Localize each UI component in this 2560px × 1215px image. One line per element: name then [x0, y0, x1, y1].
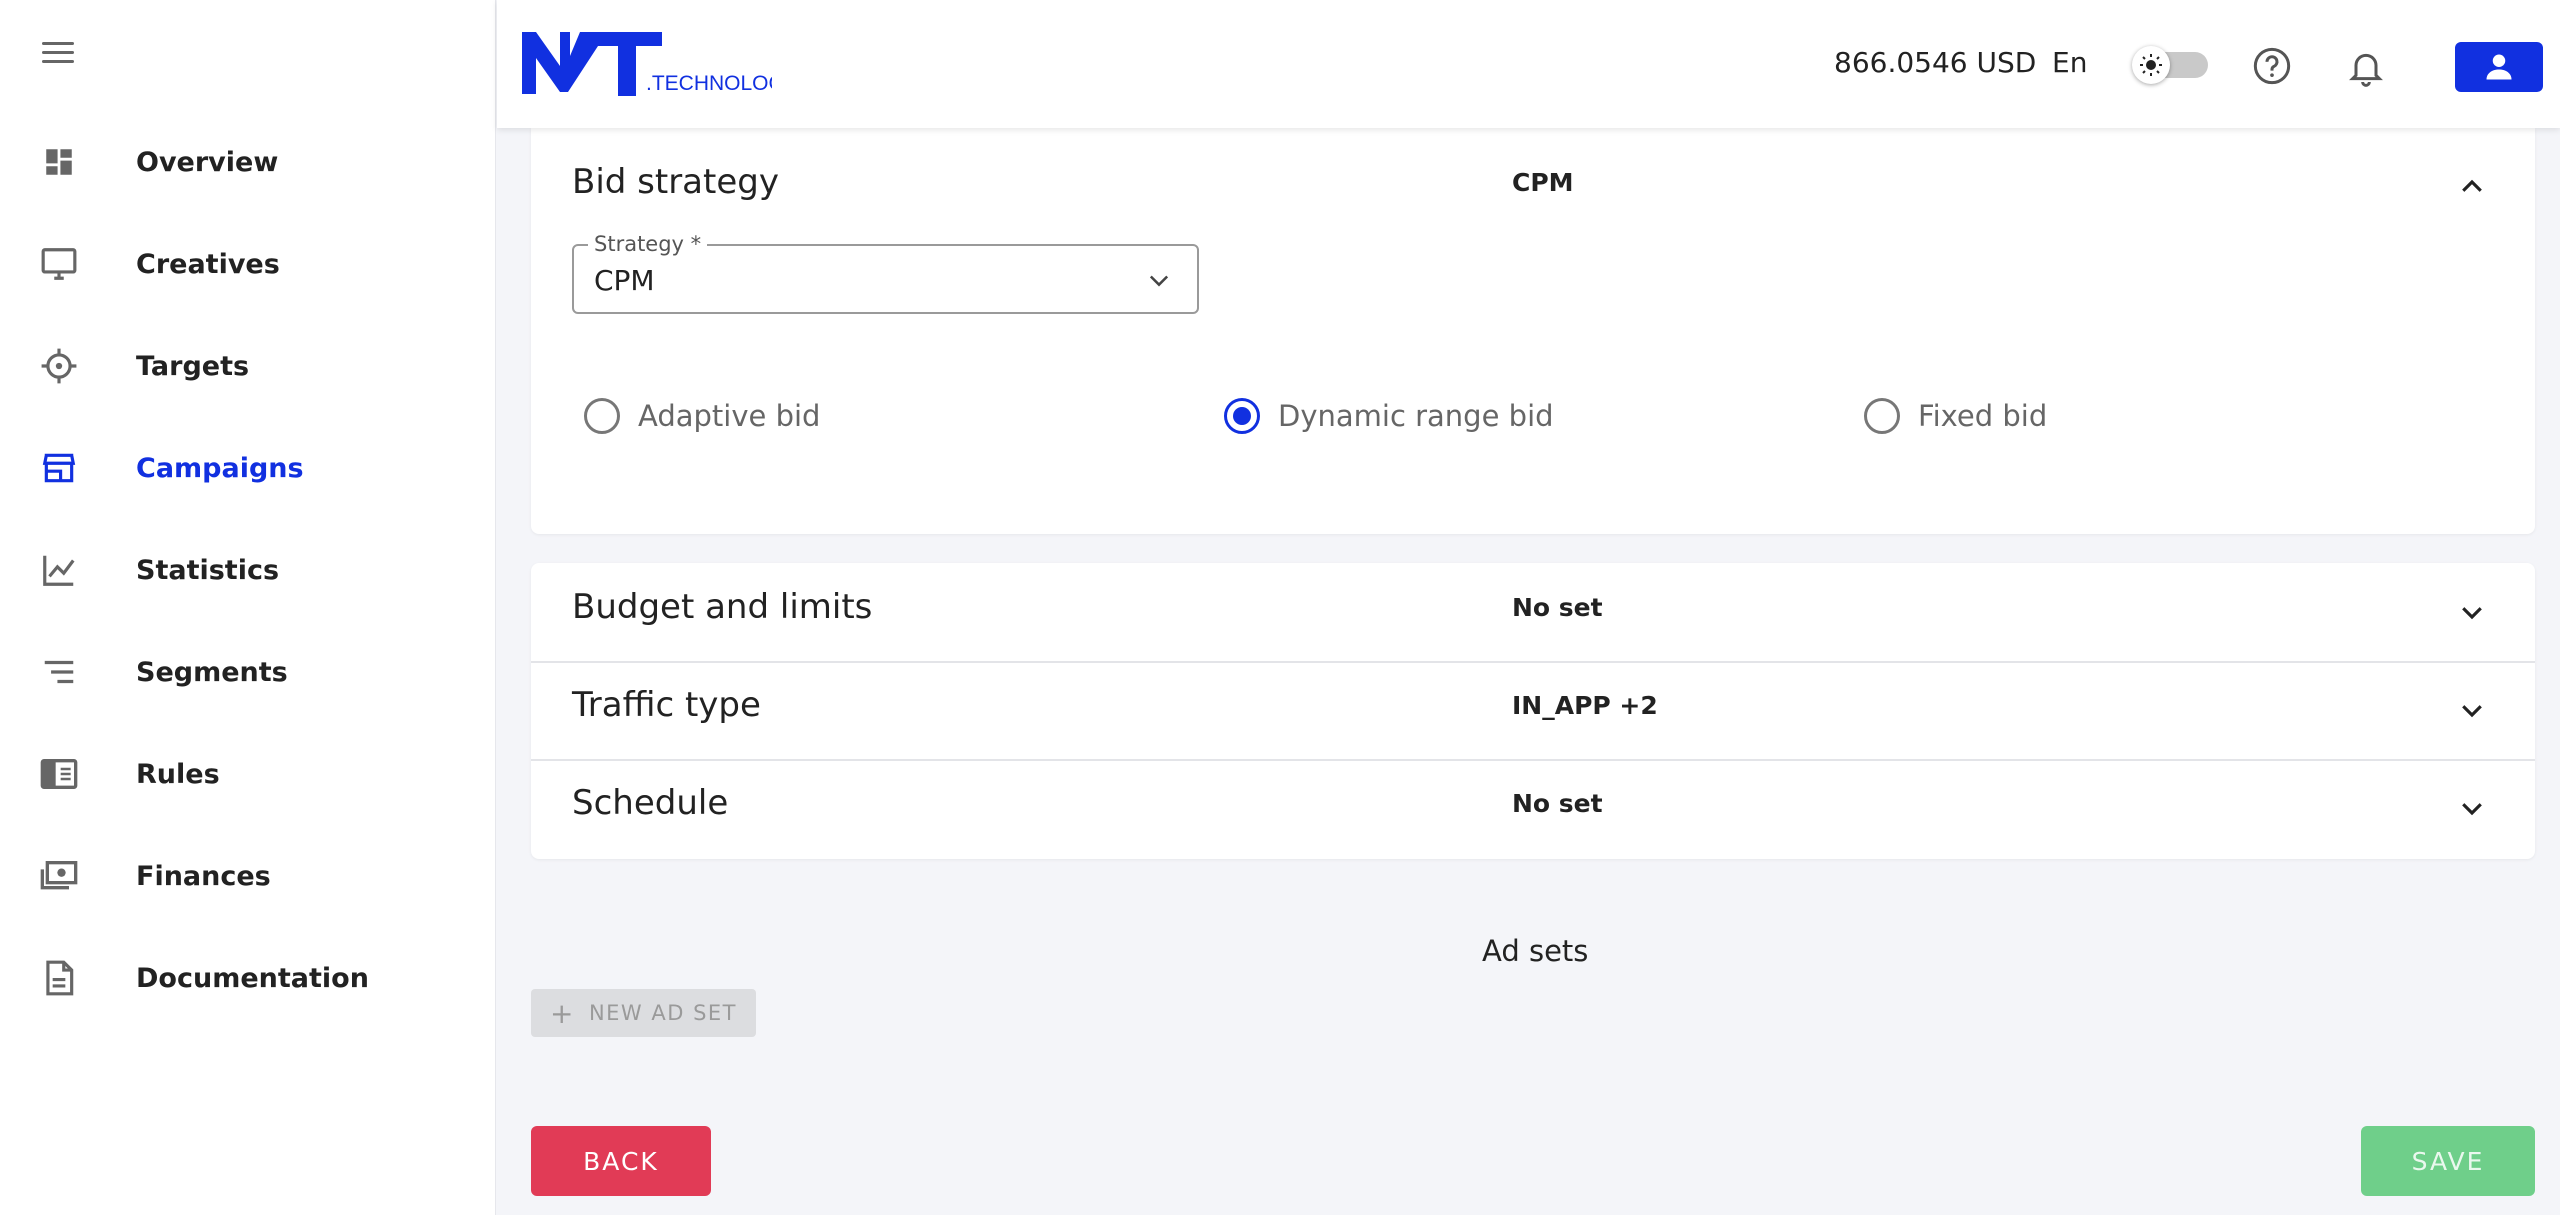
section-summary: IN_APP +2 [1512, 691, 1658, 720]
sidebar-item-documentation[interactable]: Documentation [0, 942, 496, 1014]
language-selector[interactable]: En [2052, 46, 2087, 79]
theme-toggle[interactable] [2132, 46, 2208, 84]
line-chart-icon [38, 549, 80, 591]
section-title: Schedule [572, 783, 729, 823]
strategy-value: CPM [594, 264, 655, 297]
dashboard-icon [38, 141, 80, 183]
sidebar-item-label: Creatives [136, 248, 280, 280]
balance-display: 866.0546 USD [1834, 46, 2037, 79]
sidebar-item-label: Finances [136, 860, 271, 892]
menu-icon[interactable] [40, 38, 80, 68]
sidebar-item-label: Documentation [136, 962, 369, 994]
sidebar-item-label: Statistics [136, 554, 280, 586]
section-schedule[interactable]: Schedule No set [531, 761, 2535, 859]
rules-icon [38, 753, 80, 795]
radio-circle [584, 398, 620, 434]
bid-strategy-summary: CPM [1512, 168, 1574, 197]
bid-strategy-section: Bid strategy CPM Strategy * CPM Adaptive… [531, 128, 2535, 534]
back-button[interactable]: BACK [531, 1126, 711, 1196]
sidebar-item-statistics[interactable]: Statistics [0, 534, 496, 606]
svg-text:.TECHNOLOGY: .TECHNOLOGY [646, 72, 772, 95]
sidebar-item-label: Segments [136, 656, 288, 688]
radio-label: Adaptive bid [638, 399, 821, 433]
document-icon [38, 957, 80, 999]
profile-button[interactable] [2455, 42, 2543, 92]
strategy-select[interactable]: Strategy * CPM [572, 232, 1199, 314]
chevron-up-icon[interactable] [2457, 172, 2487, 202]
plus-icon: + [549, 996, 575, 1030]
radio-label: Dynamic range bid [1278, 399, 1554, 433]
bid-strategy-title: Bid strategy [572, 162, 779, 202]
sidebar-item-label: Targets [136, 350, 250, 382]
radio-fixed-bid[interactable]: Fixed bid [1864, 398, 2047, 434]
crosshair-icon [38, 345, 80, 387]
user-icon [2486, 54, 2512, 80]
strategy-label: Strategy * [588, 232, 708, 256]
sidebar-item-label: Overview [136, 146, 279, 178]
save-button[interactable]: SAVE [2361, 1126, 2535, 1196]
sidebar: Overview Creatives Targets Campaigns Sta… [0, 0, 496, 1215]
ad-sets-title: Ad sets [1482, 934, 1589, 968]
sidebar-item-label: Rules [136, 758, 220, 790]
section-title: Budget and limits [572, 587, 873, 627]
radio-circle [1864, 398, 1900, 434]
section-summary: No set [1512, 789, 1603, 818]
radio-adaptive-bid[interactable]: Adaptive bid [584, 398, 820, 434]
monitor-icon [38, 243, 80, 285]
radio-circle [1224, 398, 1260, 434]
sidebar-item-targets[interactable]: Targets [0, 330, 496, 402]
section-title: Traffic type [572, 685, 761, 725]
sun-icon [2132, 46, 2170, 84]
bell-icon[interactable] [2346, 46, 2386, 88]
chevron-down-icon [2457, 597, 2487, 627]
new-ad-set-button[interactable]: + NEW AD SET [531, 989, 756, 1037]
sidebar-item-finances[interactable]: Finances [0, 840, 496, 912]
new-ad-set-label: NEW AD SET [588, 1001, 738, 1025]
store-icon [38, 447, 80, 489]
chevron-down-icon [1145, 266, 1173, 294]
sidebar-item-segments[interactable]: Segments [0, 636, 496, 708]
sidebar-item-overview[interactable]: Overview [0, 126, 496, 198]
top-header [497, 0, 2560, 128]
chevron-down-icon [2457, 793, 2487, 823]
help-icon[interactable] [2252, 46, 2292, 86]
settings-sections: Budget and limits No set Traffic type IN… [531, 563, 2535, 859]
radio-label: Fixed bid [1918, 399, 2048, 433]
logo[interactable]: .TECHNOLOGY [522, 28, 799, 102]
section-traffic-type[interactable]: Traffic type IN_APP +2 [531, 663, 2535, 759]
section-budget-and-limits[interactable]: Budget and limits No set [531, 563, 2535, 661]
radio-dynamic-range-bid[interactable]: Dynamic range bid [1224, 398, 1554, 434]
sidebar-item-campaigns[interactable]: Campaigns [0, 432, 496, 504]
sidebar-item-rules[interactable]: Rules [0, 738, 496, 810]
money-icon [38, 855, 80, 897]
section-summary: No set [1512, 593, 1603, 622]
sidebar-item-label: Campaigns [136, 452, 304, 484]
sidebar-item-creatives[interactable]: Creatives [0, 228, 496, 300]
list-icon [38, 651, 80, 693]
chevron-down-icon [2457, 695, 2487, 725]
